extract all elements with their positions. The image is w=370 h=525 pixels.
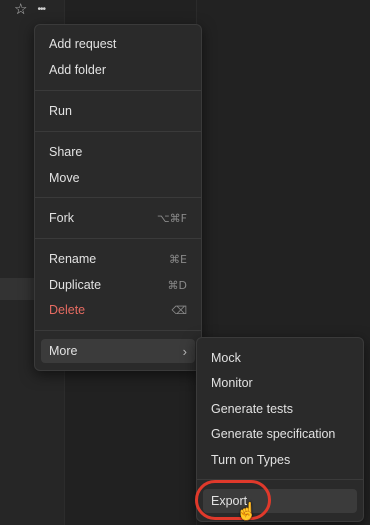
menu-item-label: Fork [49, 211, 74, 225]
menu-item-label: Generate tests [211, 402, 293, 416]
menu-divider [197, 479, 363, 480]
menu-item-rename[interactable]: Rename ⌘E [41, 247, 195, 271]
menu-divider [35, 238, 201, 239]
menu-item-fork[interactable]: Fork ⌥⌘F [41, 206, 195, 230]
menu-item-label: Export [211, 494, 248, 508]
menu-item-add-folder[interactable]: Add folder [41, 58, 195, 82]
shortcut-hint: ⌘E [169, 252, 187, 266]
menu-item-label: Mock [211, 351, 241, 365]
menu-item-delete[interactable]: Delete ⌫ [41, 298, 195, 322]
menu-item-share[interactable]: Share [41, 140, 195, 164]
submenu-item-generate-tests[interactable]: Generate tests [203, 397, 357, 421]
menu-divider [35, 131, 201, 132]
more-submenu: Mock Monitor Generate tests Generate spe… [196, 337, 364, 522]
shortcut-hint: ⌘D [167, 278, 187, 292]
menu-divider [35, 197, 201, 198]
more-horizontal-icon[interactable]: ••• [35, 2, 47, 18]
menu-item-move[interactable]: Move [41, 166, 195, 190]
menu-divider [35, 90, 201, 91]
submenu-item-mock[interactable]: Mock [203, 346, 357, 370]
submenu-item-export[interactable]: Export [203, 489, 357, 513]
submenu-item-monitor[interactable]: Monitor [203, 371, 357, 395]
context-menu: Add request Add folder Run Share Move Fo… [34, 24, 202, 371]
shortcut-hint: ⌥⌘F [156, 211, 187, 225]
menu-item-label: Add request [49, 37, 117, 51]
menu-item-duplicate[interactable]: Duplicate ⌘D [41, 273, 195, 297]
menu-item-label: Add folder [49, 63, 106, 77]
submenu-item-generate-specification[interactable]: Generate specification [203, 422, 357, 446]
menu-item-label: Share [49, 145, 83, 159]
star-icon[interactable]: ☆ [14, 2, 27, 18]
collection-actions: ☆ ••• [14, 2, 47, 18]
backspace-icon: ⌫ [171, 303, 187, 317]
menu-item-label: Move [49, 171, 80, 185]
menu-item-add-request[interactable]: Add request [41, 32, 195, 56]
menu-item-label: Generate specification [211, 427, 336, 441]
menu-item-label: Duplicate [49, 278, 102, 292]
menu-divider [35, 330, 201, 331]
menu-item-label: Turn on Types [211, 453, 291, 467]
menu-item-label: Delete [49, 303, 86, 317]
menu-item-label: Monitor [211, 376, 253, 390]
menu-item-label: Rename [49, 252, 97, 266]
selected-sidebar-item[interactable] [0, 278, 36, 300]
menu-item-run[interactable]: Run [41, 99, 195, 123]
submenu-item-turn-on-types[interactable]: Turn on Types [203, 448, 357, 472]
chevron-right-icon: › [182, 343, 187, 359]
menu-item-label: More [49, 344, 78, 358]
menu-item-more[interactable]: More › [41, 339, 195, 363]
menu-item-label: Run [49, 104, 72, 118]
